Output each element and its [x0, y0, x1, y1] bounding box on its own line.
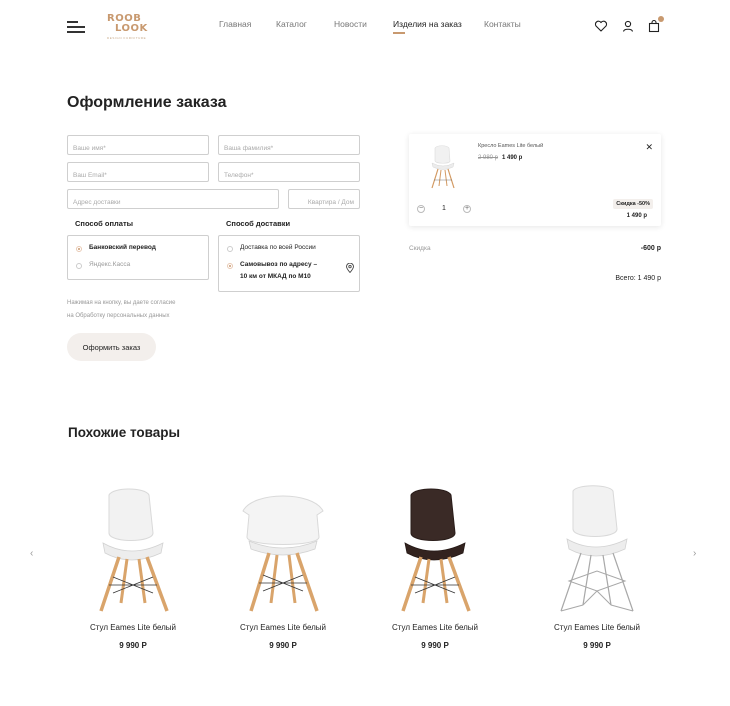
delivery-option-pickup[interactable]: Самовывоз по адресу –	[240, 259, 317, 271]
cart-item-old-price: 2 980 р	[478, 155, 499, 161]
related-title: Похожие товары	[68, 425, 181, 440]
qty-decrease-button[interactable]: −	[417, 205, 425, 213]
delivery-radio-pickup[interactable]	[227, 263, 233, 269]
product-price: 9 990 Р	[269, 641, 297, 650]
cart-item-price: 1 490 р	[502, 155, 523, 161]
product-card[interactable]: Стул Eames Lite белый 9 990 Р	[63, 485, 203, 655]
last-name-input[interactable]	[218, 135, 360, 155]
cart-item-card: Кресло Eames Lite белый 2 980 р 1 490 р …	[409, 134, 661, 226]
delivery-options: Доставка по всей России Самовывоз по адр…	[218, 235, 360, 292]
payment-radio-yandex[interactable]	[76, 263, 82, 269]
logo-tagline: DESIGN FURNITURE	[107, 36, 147, 40]
product-name[interactable]: Стул Eames Lite белый	[63, 623, 203, 632]
qty-increase-button[interactable]: +	[463, 205, 471, 213]
product-name[interactable]: Стул Eames Lite белый	[365, 623, 505, 632]
delivery-title: Способ доставки	[226, 219, 291, 228]
carousel-prev-icon[interactable]: ‹	[30, 548, 33, 559]
product-price: 9 990 Р	[421, 641, 449, 650]
grand-total: Всего: 1 490 р	[615, 275, 661, 282]
cart-item-image	[427, 144, 459, 192]
nav-item-home[interactable]: Главная	[219, 19, 251, 29]
product-card[interactable]: Стул Eames Lite белый 9 990 Р	[365, 485, 505, 655]
discount-label: Скидка	[409, 245, 431, 252]
user-icon[interactable]	[621, 19, 635, 33]
product-card[interactable]: Стул Eames Lite белый 9 990 Р	[527, 485, 667, 655]
product-image	[401, 488, 471, 612]
product-card[interactable]: Стул Eames Lite белый 9 990 Р	[213, 485, 353, 655]
product-price: 9 990 Р	[583, 641, 611, 650]
payment-option-bank[interactable]: Банковский перевод	[89, 242, 156, 254]
product-image	[99, 488, 169, 612]
product-price: 9 990 Р	[119, 641, 147, 650]
payment-option-yandex[interactable]: Яндекс.Касса	[89, 259, 130, 271]
consent-line1: Нажимая на кнопку, вы даете согласие	[67, 300, 176, 306]
product-name[interactable]: Стул Eames Lite белый	[213, 623, 353, 632]
apartment-input[interactable]	[288, 189, 360, 209]
nav-item-catalog[interactable]: Каталог	[276, 19, 307, 29]
remove-item-icon[interactable]: ✕	[645, 142, 653, 153]
discount-value: -600 р	[640, 245, 661, 252]
delivery-option-russia[interactable]: Доставка по всей России	[240, 242, 316, 254]
consent-line2[interactable]: на Обработку персональных данных	[67, 310, 227, 323]
discount-badge: Скидка -50%	[613, 199, 653, 209]
cart-item-name[interactable]: Кресло Eames Lite белый	[478, 143, 543, 149]
product-image	[242, 495, 324, 612]
consent-text: Нажимая на кнопку, вы даете согласие на …	[67, 297, 227, 323]
cart-item-quantity: 1	[442, 205, 446, 212]
payment-title: Способ оплаты	[75, 219, 134, 228]
submit-order-button[interactable]: Оформить заказ	[67, 333, 156, 361]
first-name-input[interactable]	[67, 135, 209, 155]
address-input[interactable]	[67, 189, 279, 209]
cart-item-total: 1 490 р	[626, 213, 647, 219]
cart-badge	[658, 16, 664, 22]
cart-icon[interactable]	[647, 16, 664, 33]
delivery-option-pickup-detail: 10 км от МКАД по М10	[240, 273, 311, 280]
email-input[interactable]	[67, 162, 209, 182]
product-name[interactable]: Стул Eames Lite белый	[527, 623, 667, 632]
phone-input[interactable]	[218, 162, 360, 182]
product-image	[560, 485, 634, 612]
carousel-next-icon[interactable]: ›	[693, 548, 696, 559]
page-title: Оформление заказа	[67, 94, 227, 111]
payment-options: Банковский перевод Яндекс.Касса	[67, 235, 209, 280]
payment-radio-bank[interactable]	[76, 246, 82, 252]
nav-active-indicator	[393, 32, 405, 34]
nav-item-news[interactable]: Новости	[334, 19, 367, 29]
delivery-radio-russia[interactable]	[227, 246, 233, 252]
nav-item-custom[interactable]: Изделия на заказ	[393, 19, 462, 29]
heart-icon[interactable]	[594, 19, 608, 33]
location-pin-icon[interactable]	[346, 260, 354, 278]
nav-item-contacts[interactable]: Контакты	[484, 19, 521, 29]
